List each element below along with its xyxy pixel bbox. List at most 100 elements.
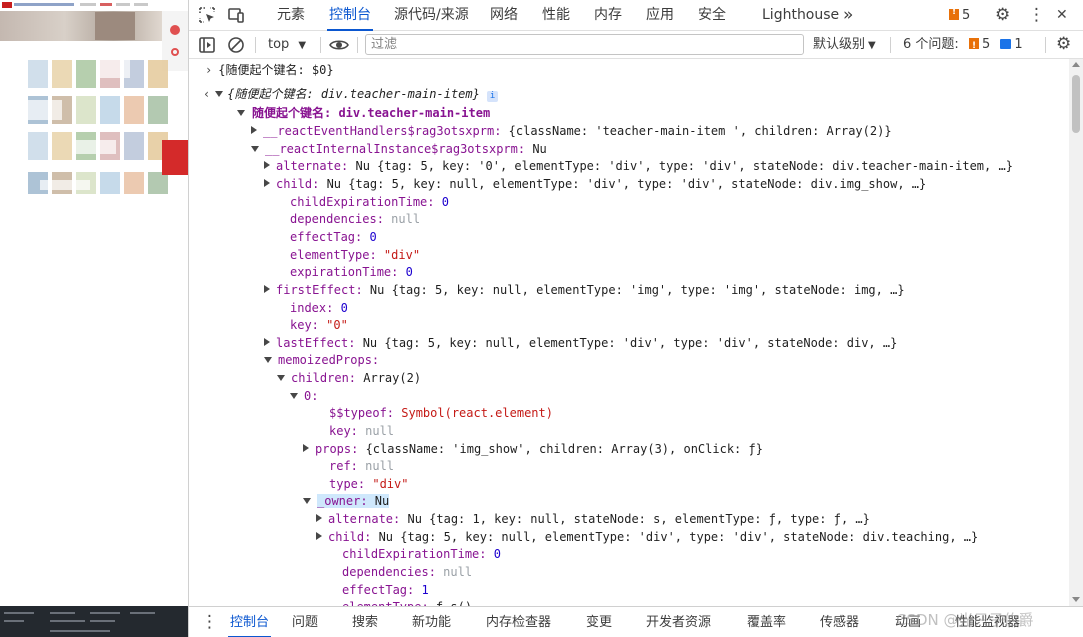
more-tabs-button[interactable]: » (843, 0, 853, 31)
collapsed-triangle-icon[interactable] (264, 179, 270, 187)
tab-memory[interactable]: 内存 (594, 0, 622, 31)
tree-row[interactable]: effectTag: 1 (342, 581, 429, 599)
tree-row[interactable]: effectTag: 0 (290, 228, 377, 246)
tab-application[interactable]: 应用 (646, 0, 674, 31)
tree-row[interactable]: key: null (329, 422, 394, 440)
collapsed-triangle-icon[interactable] (316, 514, 322, 522)
context-selector[interactable]: top ▼ (268, 35, 306, 55)
expand-triangle-icon[interactable] (237, 110, 245, 116)
expand-triangle-icon[interactable] (264, 357, 272, 363)
live-expression-eye-icon[interactable] (328, 36, 350, 54)
tree-row[interactable]: childExpirationTime: 0 (342, 545, 501, 563)
expand-triangle-icon[interactable] (277, 375, 285, 381)
sidebar-toggle-icon[interactable] (198, 36, 216, 54)
expand-triangle-icon[interactable] (290, 393, 298, 399)
scroll-up-arrow-icon[interactable] (1072, 62, 1080, 67)
scroll-down-arrow-icon[interactable] (1072, 597, 1080, 602)
tree-row[interactable]: memoizedProps: (264, 351, 379, 369)
tree-row[interactable]: 0: (290, 387, 318, 405)
issues-badge[interactable]: 5 (949, 7, 970, 23)
tree-row[interactable]: expirationTime: 0 (290, 263, 413, 281)
tree-row[interactable]: type: "div" (329, 475, 408, 493)
toolbar-divider (1045, 37, 1046, 53)
collapsed-triangle-icon[interactable] (316, 532, 322, 540)
collapsed-triangle-icon[interactable] (264, 161, 270, 169)
tab-network[interactable]: 网络 (490, 0, 518, 31)
tree-row[interactable]: props: {className: 'img_show', children:… (303, 440, 763, 458)
expand-triangle-icon[interactable] (215, 91, 224, 97)
collapsed-triangle-icon[interactable] (303, 444, 309, 452)
tree-row[interactable]: firstEffect: Nu {tag: 5, key: null, elem… (264, 281, 905, 299)
console-toolbar: top▼ 过滤 默认级别▼ 6 个问题: 5 1 ⚙ (189, 31, 1083, 59)
drawer-tab-sensors[interactable]: 传感器 (820, 607, 859, 637)
settings-gear-icon[interactable]: ⚙ (995, 0, 1010, 31)
tab-elements[interactable]: 元素 (277, 0, 305, 31)
vertical-scrollbar[interactable] (1069, 59, 1083, 606)
tree-row[interactable]: lastEffect: Nu {tag: 5, key: null, eleme… (264, 334, 897, 352)
drawer-tab-coverage[interactable]: 覆盖率 (747, 607, 786, 637)
tree-row[interactable]: key: "0" (290, 316, 348, 334)
log-levels-dropdown[interactable]: 默认级别 ▼ (813, 35, 876, 56)
tab-security[interactable]: 安全 (698, 0, 726, 31)
drawer-menu-icon[interactable]: ⋮ (201, 607, 218, 637)
drawer-tab-whats-new[interactable]: 新功能 (412, 607, 451, 637)
expand-triangle-icon[interactable] (303, 498, 311, 504)
preview-footer (0, 606, 188, 637)
expand-triangle-icon[interactable] (251, 146, 259, 152)
more-menu-icon[interactable]: ⋮ (1028, 0, 1045, 31)
tree-row-text: expirationTime: 0 (290, 265, 413, 279)
tree-row-text: childExpirationTime: 0 (342, 547, 501, 561)
device-toolbar-icon[interactable] (227, 6, 245, 24)
close-icon[interactable]: ✕ (1056, 0, 1068, 31)
console-entry[interactable]: › {随便起个键名: $0} (205, 61, 334, 79)
tree-row[interactable]: $$typeof: Symbol(react.element) (329, 404, 553, 422)
filter-input[interactable]: 过滤 (365, 34, 804, 55)
tree-row[interactable]: alternate: Nu {tag: 1, key: null, stateN… (316, 510, 870, 528)
tree-row[interactable]: children: Array(2) (277, 369, 421, 387)
drawer-tab-search[interactable]: 搜索 (352, 607, 378, 637)
drawer-tab-developer-resources[interactable]: 开发者资源 (646, 607, 711, 637)
tree-row[interactable]: alternate: Nu {tag: 5, key: '0', element… (264, 157, 1013, 175)
tab-console[interactable]: 控制台 (327, 0, 373, 31)
tab-performance[interactable]: 性能 (542, 0, 570, 31)
preview-footer-line (50, 630, 110, 632)
tree-row-text: alternate: Nu {tag: 1, key: null, stateN… (328, 512, 870, 526)
dropdown-arrow-icon: ▼ (298, 40, 307, 51)
tree-row[interactable]: __reactEventHandlers$rag3otsxprm: {class… (251, 122, 892, 140)
console-settings-gear-icon[interactable]: ⚙ (1056, 29, 1071, 60)
tree-row[interactable]: index: 0 (290, 299, 348, 317)
tree-row[interactable]: _owner: Nu (303, 492, 390, 510)
drawer-tab-memory-inspector[interactable]: 内存检查器 (486, 607, 551, 637)
issues-label: 6 个问题: (903, 37, 959, 52)
preview-footer-line (50, 612, 75, 614)
collapsed-triangle-icon[interactable] (264, 285, 270, 293)
dropdown-arrow-icon: ▼ (868, 40, 876, 51)
tree-row[interactable]: child: Nu {tag: 5, key: null, elementTyp… (264, 175, 926, 193)
tree-row[interactable]: __reactInternalInstance$rag3otsxprm: Nu (251, 140, 547, 158)
console-result[interactable]: ‹ {随便起个键名: div.teacher-main-item} i (203, 85, 499, 103)
tree-row[interactable]: dependencies: null (342, 563, 472, 581)
drawer-tab-issues[interactable]: 问题 (292, 607, 318, 637)
preview-footer-line (90, 612, 120, 614)
drawer-tab-changes[interactable]: 变更 (586, 607, 612, 637)
tree-row[interactable]: childExpirationTime: 0 (290, 193, 449, 211)
toolbar-divider (890, 37, 891, 53)
tree-row[interactable]: child: Nu {tag: 5, key: null, elementTyp… (316, 528, 978, 546)
clear-console-icon[interactable] (227, 36, 245, 54)
tree-row[interactable]: 随便起个键名: div.teacher-main-item (237, 104, 490, 122)
issues-counter[interactable]: 6 个问题: 5 1 (903, 35, 1023, 56)
tree-row[interactable]: elementType: ƒ s() (342, 598, 472, 606)
collapsed-triangle-icon[interactable] (251, 126, 257, 134)
tab-sources[interactable]: 源代码/来源 (394, 0, 469, 31)
tree-row[interactable]: dependencies: null (290, 210, 420, 228)
preview-tile (100, 172, 120, 194)
tab-lighthouse[interactable]: Lighthouse (762, 0, 839, 31)
inspect-element-icon[interactable] (198, 6, 216, 24)
collapsed-triangle-icon[interactable] (264, 338, 270, 346)
scrollbar-thumb[interactable] (1072, 75, 1080, 133)
preview-logo (2, 2, 12, 8)
preview-tile (148, 172, 168, 194)
tree-row[interactable]: ref: null (329, 457, 394, 475)
tree-row[interactable]: elementType: "div" (290, 246, 420, 264)
drawer-tab-console[interactable]: 控制台 (227, 607, 272, 637)
